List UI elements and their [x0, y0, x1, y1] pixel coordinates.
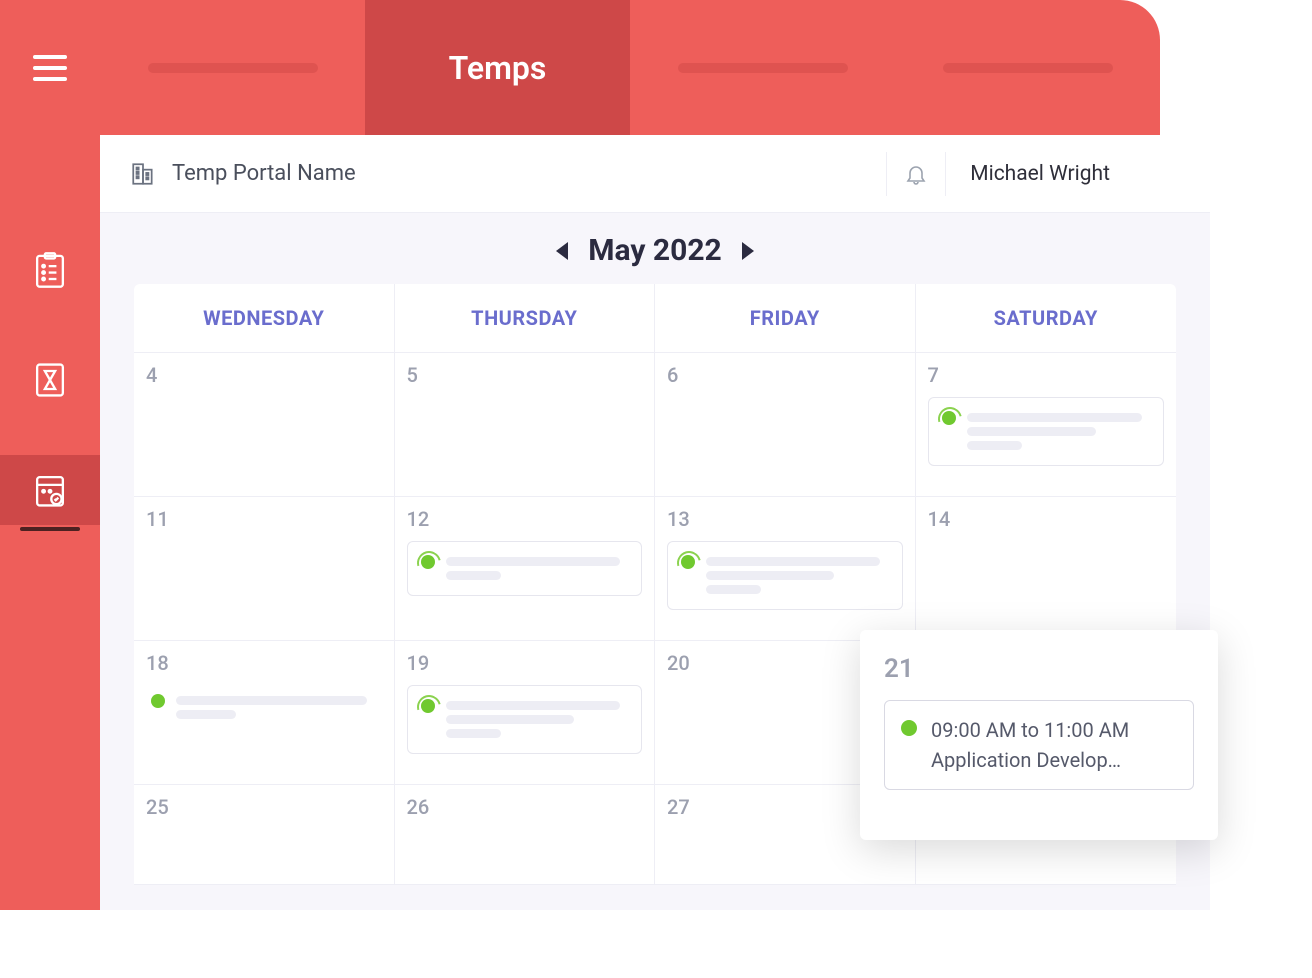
tab-placeholder-left[interactable]: [100, 0, 365, 135]
user-menu[interactable]: Michael Wright: [970, 162, 1110, 186]
building-icon: [130, 161, 156, 187]
day-cell[interactable]: 6: [655, 353, 916, 497]
tab-placeholder-bar: [678, 63, 848, 73]
day-number: 4: [146, 363, 382, 387]
tab-label: Temps: [449, 49, 547, 87]
day-cell[interactable]: 14: [916, 497, 1177, 641]
event-chip: [146, 685, 382, 730]
status-dot-icon: [680, 554, 696, 570]
event-detail-text: 09:00 AM to 11:00 AM Application Develop…: [931, 715, 1129, 775]
day-cell[interactable]: 11: [134, 497, 395, 641]
day-number: 14: [928, 507, 1165, 531]
bell-icon: [904, 162, 928, 186]
panel-header: Temp Portal Name Michael Wright: [100, 135, 1210, 213]
month-label: May 2022: [588, 233, 722, 268]
month-navigation: May 2022: [100, 213, 1210, 284]
event-placeholder-lines: [967, 408, 1152, 455]
tab-placeholder-right[interactable]: [895, 0, 1160, 135]
status-dot-icon: [420, 554, 436, 570]
event-detail-card[interactable]: 09:00 AM to 11:00 AM Application Develop…: [884, 700, 1194, 790]
sidebar: [0, 135, 100, 910]
weekday-header: THURSDAY: [395, 284, 656, 352]
weekday-header: WEDNESDAY: [134, 284, 395, 352]
event-placeholder-lines: [706, 552, 890, 599]
day-number: 19: [407, 651, 643, 675]
calendar-check-icon: [34, 472, 66, 508]
hamburger-menu-button[interactable]: [0, 55, 100, 81]
day-number: 6: [667, 363, 903, 387]
checklist-icon: [34, 252, 66, 288]
popup-day-number: 21: [884, 654, 1194, 684]
next-month-button[interactable]: [742, 242, 754, 260]
nav-item-timesheet[interactable]: [0, 345, 100, 415]
tabstrip: Temps: [100, 0, 1160, 135]
tab-placeholder-bar: [943, 63, 1113, 73]
status-dot-icon: [901, 720, 917, 736]
event-placeholder-lines: [446, 696, 630, 743]
day-number: 13: [667, 507, 903, 531]
day-number: 5: [407, 363, 643, 387]
topbar: Temps: [0, 0, 1160, 135]
event-chip[interactable]: [928, 397, 1165, 466]
status-dot-icon: [941, 410, 957, 426]
hamburger-icon: [33, 55, 67, 81]
day-number: 26: [407, 795, 643, 819]
status-dot-icon: [420, 698, 436, 714]
day-cell[interactable]: 26: [395, 785, 656, 885]
event-title: Application Develop…: [931, 745, 1129, 775]
event-placeholder-lines: [446, 552, 630, 585]
day-cell[interactable]: 13: [655, 497, 916, 641]
day-detail-popup: 21 09:00 AM to 11:00 AM Application Deve…: [860, 630, 1218, 840]
tab-placeholder-bar: [148, 63, 318, 73]
status-dot-icon: [150, 693, 166, 709]
notifications-button[interactable]: [886, 152, 946, 196]
day-cell[interactable]: 7: [916, 353, 1177, 497]
tab-placeholder-mid[interactable]: [630, 0, 895, 135]
day-cell[interactable]: 5: [395, 353, 656, 497]
day-number: 11: [146, 507, 382, 531]
event-placeholder-lines: [176, 691, 378, 724]
nav-item-list[interactable]: [0, 235, 100, 305]
day-number: 12: [407, 507, 643, 531]
day-number: 25: [146, 795, 382, 819]
day-cell[interactable]: 4: [134, 353, 395, 497]
day-cell[interactable]: 18: [134, 641, 395, 785]
day-cell[interactable]: 19: [395, 641, 656, 785]
weekday-header-row: WEDNESDAY THURSDAY FRIDAY SATURDAY: [134, 284, 1176, 353]
portal-name: Temp Portal Name: [172, 161, 356, 186]
event-time: 09:00 AM to 11:00 AM: [931, 715, 1129, 745]
event-chip[interactable]: [407, 541, 643, 596]
day-number: 18: [146, 651, 382, 675]
nav-item-calendar[interactable]: [0, 455, 100, 525]
tab-temps[interactable]: Temps: [365, 0, 630, 135]
prev-month-button[interactable]: [556, 242, 568, 260]
day-cell[interactable]: 25: [134, 785, 395, 885]
weekday-header: SATURDAY: [916, 284, 1177, 352]
day-cell[interactable]: 12: [395, 497, 656, 641]
event-chip[interactable]: [667, 541, 903, 610]
hourglass-icon: [34, 362, 66, 398]
day-number: 7: [928, 363, 1165, 387]
weekday-header: FRIDAY: [655, 284, 916, 352]
event-chip[interactable]: [407, 685, 643, 754]
